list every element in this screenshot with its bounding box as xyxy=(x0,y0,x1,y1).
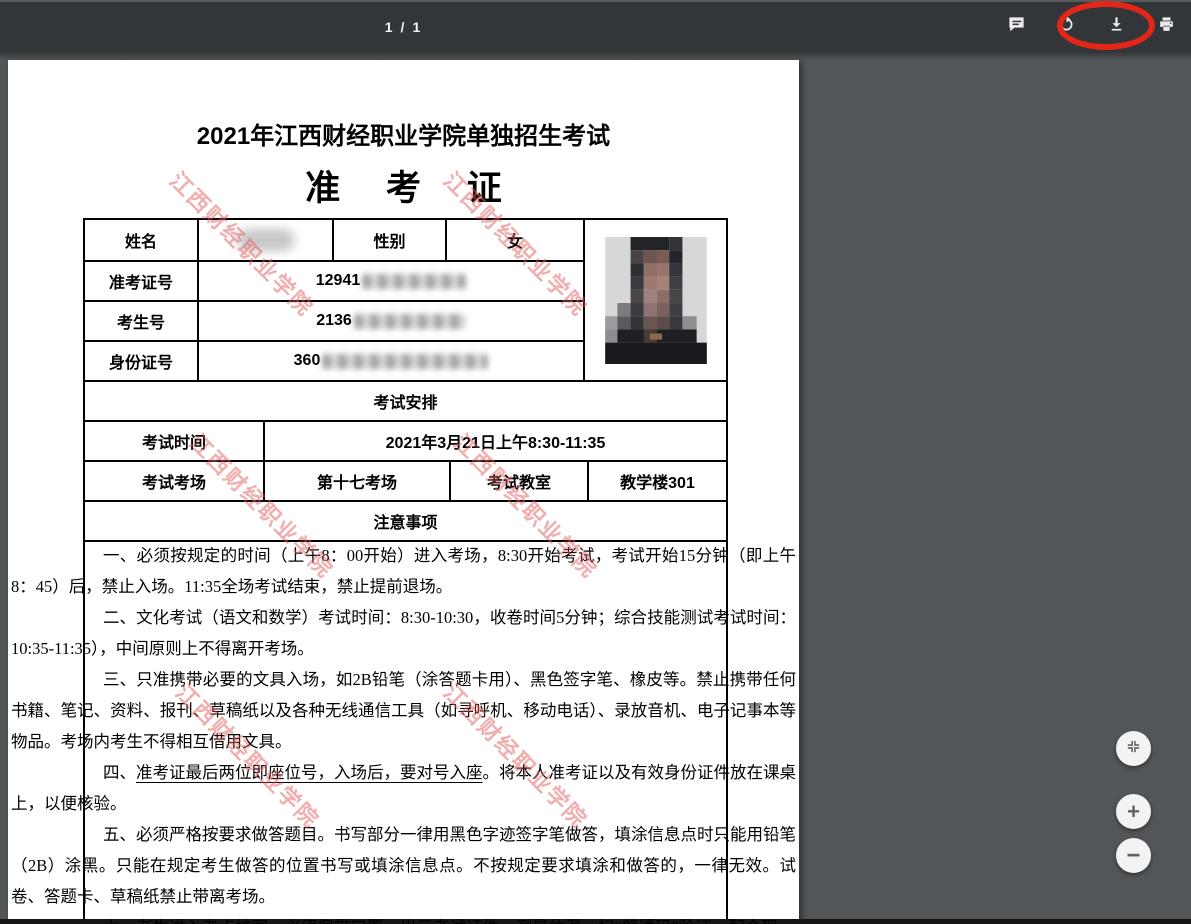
zoom-in-button[interactable]: + xyxy=(1116,794,1151,829)
notice-paragraph-3: 三、只准携带必要的文具入场，如2B铅笔（涂答题卡用）、黑色签字笔、橡皮等。禁止携… xyxy=(11,664,796,757)
id-number-label: 身份证号 xyxy=(85,342,197,380)
notice-paragraph-5: 五、必须严格按要求做答题目。书写部分一律用黑色字迹签字笔做答，填涂信息点时只能用… xyxy=(11,819,796,912)
page-total: 1 xyxy=(412,19,421,35)
page-indicator: 1 / 1 xyxy=(0,2,806,52)
ticket-number-label: 准考证号 xyxy=(85,262,197,300)
candidate-info-section: 姓名 性别 女 准考证号 12941 考生号 xyxy=(85,220,726,380)
comment-annotate-icon xyxy=(1007,15,1026,39)
pdf-viewer-window: 1 / 1 江西财经职业学院 江西财经职业学院 xyxy=(0,0,1191,924)
annotate-button[interactable] xyxy=(991,2,1041,52)
exam-venue-label: 考试考场 xyxy=(85,462,263,500)
toolbar-shadow xyxy=(0,52,1191,60)
notice-header: 注意事项 xyxy=(85,500,726,540)
zoom-out-button[interactable]: − xyxy=(1116,838,1151,873)
download-icon xyxy=(1107,15,1126,39)
page-separator: / xyxy=(401,19,406,35)
pdf-page: 江西财经职业学院 江西财经职业学院 江西财经职业学院 江西财经职业学院 江西财经… xyxy=(8,60,799,924)
rotate-clockwise-icon xyxy=(1057,15,1076,39)
document-title: 2021年江西财经职业学院单独招生考试 xyxy=(8,116,799,151)
notice-underlined-text: 准考证最后两位即座位号，入场后，要对号入座 xyxy=(136,763,483,782)
name-label: 姓名 xyxy=(85,220,197,260)
page-number-input[interactable]: 1 xyxy=(385,19,394,35)
ticket-number-value: 12941 xyxy=(197,262,583,300)
id-number-redacted xyxy=(322,354,488,369)
exam-room-value: 教学楼301 xyxy=(587,462,726,500)
print-icon xyxy=(1157,15,1176,39)
gender-label: 性别 xyxy=(332,220,445,260)
notice-paragraph-6: 六、考生进入考点校园，必须佩带口罩，出示考试证件，测量体温，扫“赣通码”验证，配… xyxy=(11,912,796,924)
minus-icon: − xyxy=(1126,842,1140,870)
admission-ticket-title: 准 考 证 xyxy=(8,160,799,211)
exam-time-label: 考试时间 xyxy=(85,422,263,460)
notice-paragraph-1: 一、必须按规定的时间（上午8：00开始）进入考场，8:30开始考试，考试开始15… xyxy=(11,540,796,602)
photo-cell xyxy=(583,220,726,380)
notice-paragraph-4: 四、准考证最后两位即座位号，入场后，要对号入座。将本人准考证以及有效身份证件放在… xyxy=(11,757,796,819)
gender-value: 女 xyxy=(445,220,583,260)
fit-to-page-button[interactable] xyxy=(1116,731,1151,766)
rotate-button[interactable] xyxy=(1041,2,1091,52)
ticket-number-redacted xyxy=(362,274,466,289)
download-button[interactable] xyxy=(1091,2,1141,52)
exam-schedule-header: 考试安排 xyxy=(85,380,726,420)
print-button[interactable] xyxy=(1141,2,1191,52)
name-value-cell xyxy=(197,220,332,260)
fit-to-page-icon xyxy=(1125,738,1142,760)
exam-room-label: 考试教室 xyxy=(449,462,587,500)
name-value-redacted xyxy=(237,229,295,251)
candidate-number-redacted xyxy=(354,314,466,329)
exam-venue-value: 第十七考场 xyxy=(263,462,449,500)
toolbar-actions xyxy=(991,2,1191,52)
candidate-number-value: 2136 xyxy=(197,302,583,340)
notice-text: 一、必须按规定的时间（上午8：00开始）进入考场，8:30开始考试，考试开始15… xyxy=(11,540,796,924)
candidate-photo xyxy=(605,237,707,364)
notice-paragraph-2: 二、文化考试（语文和数学）考试时间：8:30-10:30，收卷时间5分钟；综合技… xyxy=(11,602,796,664)
exam-time-value: 2021年3月21日上午8:30-11:35 xyxy=(263,422,726,460)
candidate-number-label: 考生号 xyxy=(85,302,197,340)
plus-icon: + xyxy=(1127,799,1140,825)
id-number-value: 360 xyxy=(197,342,583,380)
